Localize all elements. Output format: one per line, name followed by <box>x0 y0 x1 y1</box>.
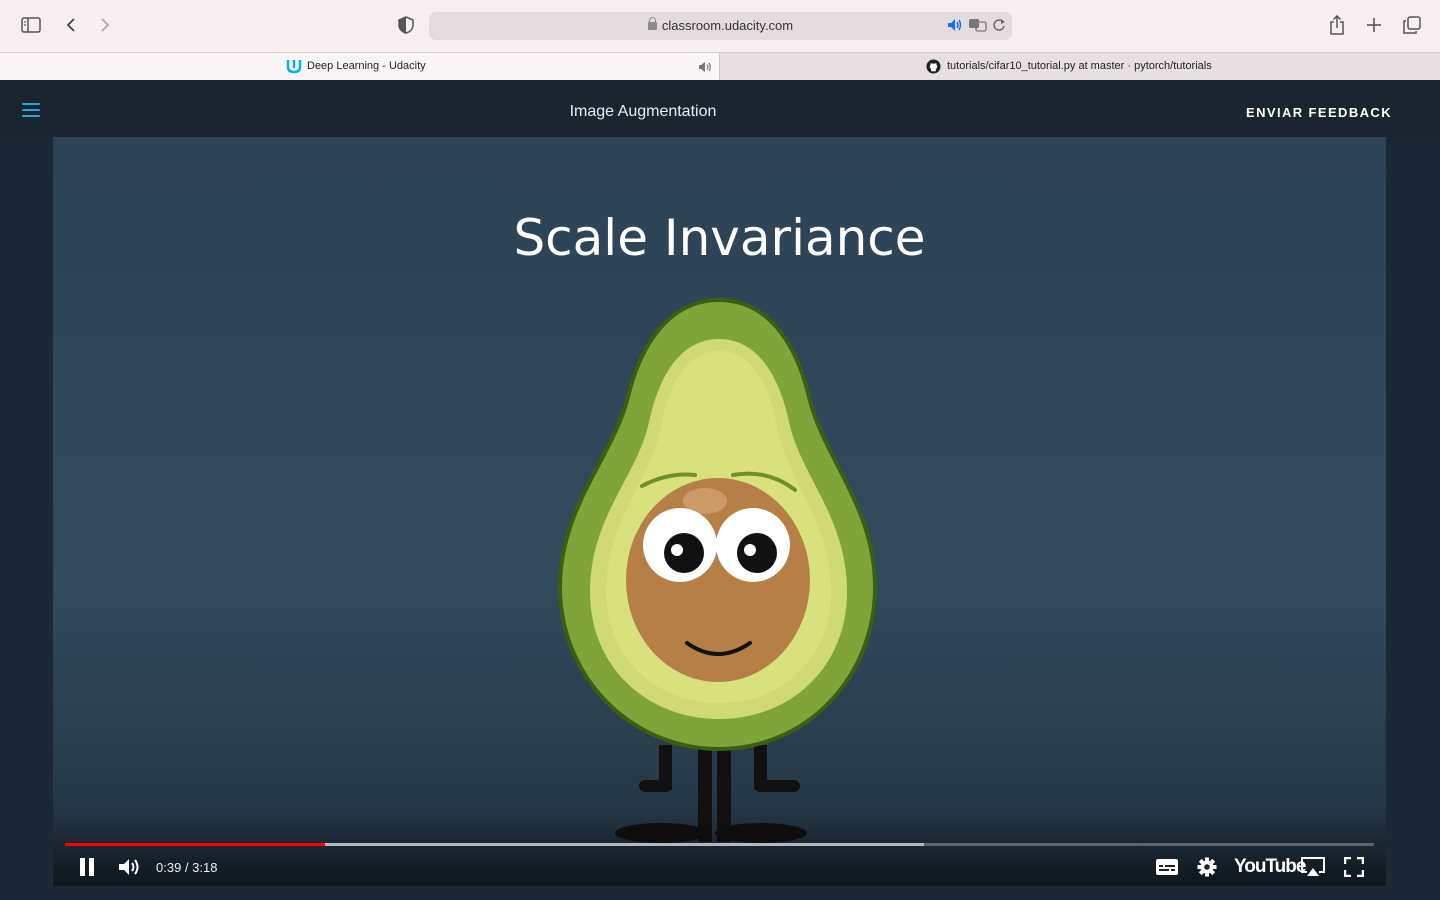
airplay-button[interactable] <box>1300 853 1326 881</box>
share-icon[interactable] <box>1325 13 1349 37</box>
reload-icon[interactable] <box>992 18 1006 37</box>
new-tab-icon[interactable] <box>1362 13 1386 37</box>
sidebar-toggle-icon[interactable] <box>19 13 43 37</box>
subtitles-icon <box>1156 859 1178 875</box>
lesson-title: Image Augmentation <box>569 103 717 120</box>
tab-github-tutorial[interactable]: tutorials/cifar10_tutorial.py at master … <box>719 53 1440 80</box>
tab-overview-icon[interactable] <box>1400 13 1424 37</box>
privacy-shield-icon[interactable] <box>394 13 418 37</box>
progress-played <box>65 843 326 846</box>
back-icon[interactable] <box>59 13 83 37</box>
subtitles-button[interactable] <box>1156 853 1178 881</box>
tab-bar: Deep Learning - Udacity tutorials/cifar1… <box>0 52 1440 80</box>
settings-button[interactable] <box>1197 853 1217 881</box>
translate-icon[interactable] <box>968 18 988 37</box>
pause-icon <box>80 858 94 876</box>
browser-toolbar: classroom.udacity.com <box>0 0 1440 52</box>
controls-overlay <box>53 806 1386 886</box>
avocado-character-illustration <box>557 297 878 843</box>
fullscreen-button[interactable] <box>1344 853 1364 881</box>
tab-deep-learning[interactable]: Deep Learning - Udacity <box>0 53 719 80</box>
volume-icon <box>119 859 139 875</box>
gear-icon <box>1197 857 1217 877</box>
lock-icon <box>647 17 657 30</box>
address-url: classroom.udacity.com <box>661 18 794 33</box>
send-feedback-button[interactable]: ENVIAR FEEDBACK <box>1246 105 1392 120</box>
audio-playing-icon[interactable] <box>947 18 963 37</box>
volume-button[interactable] <box>118 853 142 881</box>
classroom-header: Image Augmentation ENVIAR FEEDBACK <box>0 80 1440 137</box>
tab-audio-icon[interactable] <box>698 60 712 78</box>
tab-label: Deep Learning - Udacity <box>307 60 426 72</box>
address-bar[interactable]: classroom.udacity.com <box>429 12 1012 40</box>
time-display: 0:39 / 3:18 <box>156 859 218 875</box>
video-player[interactable]: Scale Invariance 0:39 / 3:18 YouTube <box>53 137 1386 886</box>
udacity-logo-icon <box>286 58 302 79</box>
github-icon <box>926 59 941 79</box>
tab-label: tutorials/cifar10_tutorial.py at master … <box>947 60 1212 72</box>
pause-button[interactable] <box>79 853 95 881</box>
fullscreen-icon <box>1344 857 1364 877</box>
youtube-logo[interactable]: YouTube <box>1234 853 1306 881</box>
airplay-icon <box>1301 857 1325 876</box>
forward-icon[interactable] <box>93 13 117 37</box>
progress-bar[interactable] <box>65 843 1374 846</box>
menu-icon[interactable] <box>22 103 40 121</box>
